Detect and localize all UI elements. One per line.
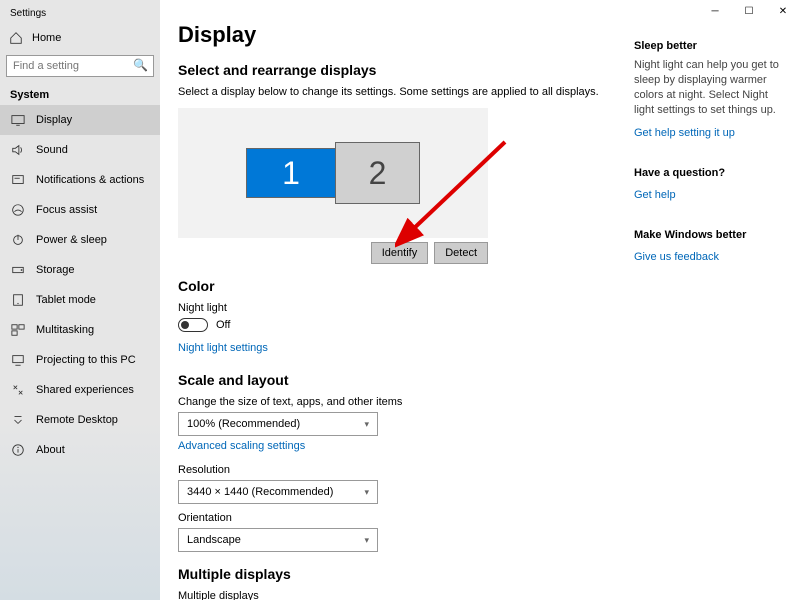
chevron-down-icon: ▾ [364,487,369,498]
advanced-scaling-link[interactable]: Advanced scaling settings [178,440,305,452]
sidebar-item-focus-assist[interactable]: Focus assist [0,195,160,225]
display-icon [10,113,26,127]
sidebar-item-notifications[interactable]: Notifications & actions [0,165,160,195]
sidebar-item-label: Tablet mode [36,294,96,306]
sidebar-home-label: Home [32,32,61,44]
display-arrange-area[interactable]: 1 2 [178,108,488,238]
sidebar-item-label: Projecting to this PC [36,354,136,366]
night-light-toggle[interactable] [178,318,208,332]
sidebar-item-projecting[interactable]: Projecting to this PC [0,345,160,375]
notifications-icon [10,173,26,187]
scale-heading: Scale and layout [178,372,612,388]
multiple-displays-label: Multiple displays [178,590,612,600]
search-wrap: 🔍 [6,55,154,77]
night-light-value: Off [216,319,230,331]
question-title: Have a question? [634,167,786,179]
focus-icon [10,203,26,217]
power-icon [10,233,26,247]
monitor-2[interactable]: 2 [335,142,420,204]
maximize-button[interactable]: ☐ [732,0,766,22]
right-pane: Sleep better Night light can help you ge… [630,0,800,600]
window-title: Settings [0,6,160,25]
sidebar-section: System [0,85,160,105]
search-icon: 🔍 [133,58,148,72]
orientation-value: Landscape [187,534,241,546]
resolution-select[interactable]: 3440 × 1440 (Recommended) ▾ [178,480,378,504]
resolution-value: 3440 × 1440 (Recommended) [187,486,333,498]
about-icon [10,443,26,457]
remote-icon [10,413,26,427]
sidebar-item-label: Sound [36,144,68,156]
sidebar-item-label: Display [36,114,72,126]
minimize-button[interactable]: ─ [698,0,732,22]
orientation-label: Orientation [178,512,612,524]
identify-button[interactable]: Identify [371,242,428,264]
sidebar-item-sound[interactable]: Sound [0,135,160,165]
search-input[interactable] [6,55,154,77]
sleep-better-text: Night light can help you get to sleep by… [634,58,786,117]
scale-value: 100% (Recommended) [187,418,300,430]
night-light-settings-link[interactable]: Night light settings [178,342,268,354]
close-button[interactable]: ✕ [766,0,800,22]
arrange-heading: Select and rearrange displays [178,62,612,78]
home-icon [8,31,24,45]
color-heading: Color [178,278,612,294]
sidebar-item-label: Notifications & actions [36,174,144,186]
sidebar-item-label: About [36,444,65,456]
tablet-icon [10,293,26,307]
sidebar-item-remote-desktop[interactable]: Remote Desktop [0,405,160,435]
sidebar-item-shared-experiences[interactable]: Shared experiences [0,375,160,405]
scale-select[interactable]: 100% (Recommended) ▾ [178,412,378,436]
sidebar-home[interactable]: Home [0,25,160,51]
sidebar-item-tablet-mode[interactable]: Tablet mode [0,285,160,315]
resolution-label: Resolution [178,464,612,476]
sidebar-item-about[interactable]: About [0,435,160,465]
projecting-icon [10,353,26,367]
sidebar-item-label: Power & sleep [36,234,107,246]
sound-icon [10,143,26,157]
sleep-better-title: Sleep better [634,40,786,52]
sidebar-item-display[interactable]: Display [0,105,160,135]
page-title: Display [178,22,612,48]
window-controls: ─ ☐ ✕ [698,0,800,22]
sidebar: Settings Home 🔍 System Display Sound Not… [0,0,160,600]
chevron-down-icon: ▾ [364,419,369,430]
storage-icon [10,263,26,277]
sidebar-item-power-sleep[interactable]: Power & sleep [0,225,160,255]
monitor-1[interactable]: 1 [246,148,336,198]
scale-desc: Change the size of text, apps, and other… [178,396,612,408]
multitasking-icon [10,323,26,337]
sidebar-item-label: Shared experiences [36,384,134,396]
shared-icon [10,383,26,397]
sidebar-item-label: Remote Desktop [36,414,118,426]
detect-button[interactable]: Detect [434,242,488,264]
sidebar-item-label: Multitasking [36,324,94,336]
content: Display Select and rearrange displays Se… [160,0,630,600]
night-light-label: Night light [178,302,612,314]
sleep-better-link[interactable]: Get help setting it up [634,127,735,139]
sidebar-item-label: Focus assist [36,204,97,216]
feedback-link[interactable]: Give us feedback [634,251,719,263]
arrange-desc: Select a display below to change its set… [178,86,612,98]
feedback-title: Make Windows better [634,229,786,241]
sidebar-item-storage[interactable]: Storage [0,255,160,285]
sidebar-item-multitasking[interactable]: Multitasking [0,315,160,345]
get-help-link[interactable]: Get help [634,189,676,201]
orientation-select[interactable]: Landscape ▾ [178,528,378,552]
multiple-displays-heading: Multiple displays [178,566,612,582]
sidebar-item-label: Storage [36,264,75,276]
chevron-down-icon: ▾ [364,535,369,546]
